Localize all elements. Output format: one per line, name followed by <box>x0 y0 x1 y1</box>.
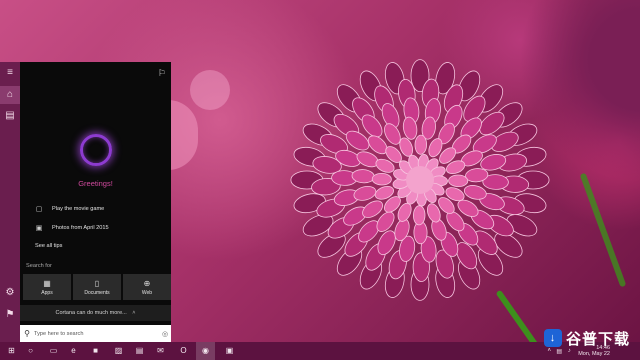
category-apps-button[interactable]: ▦ Apps <box>23 274 71 300</box>
flower-petal <box>412 205 426 226</box>
category-label: Web <box>141 289 153 296</box>
category-label: Apps <box>41 289 53 296</box>
search-icon: ⚲ <box>24 329 30 338</box>
task-view-icon[interactable]: ▭ <box>44 342 63 360</box>
flower-petal <box>448 174 469 188</box>
home-icon[interactable]: ⌂ <box>0 86 20 104</box>
clock-date: Mon, May 22 <box>578 351 610 357</box>
suggestion-item[interactable]: ▢ Play the movie game <box>34 202 105 216</box>
wallpaper-bokeh <box>190 70 230 110</box>
cortana-more-button[interactable]: Cortana can do much more... ˄ <box>20 305 171 321</box>
category-label: Documents <box>84 289 110 296</box>
photo-icon: ▣ <box>35 225 43 232</box>
feedback-icon[interactable]: ⚑ <box>0 306 20 324</box>
search-input[interactable]: Type here to search <box>34 331 159 337</box>
opera-browser-icon[interactable]: O <box>174 342 193 360</box>
word-doc-icon[interactable]: ▤ <box>130 342 149 360</box>
cortana-circle-icon[interactable]: ○ <box>21 342 40 360</box>
category-documents-button[interactable]: ▯ Documents <box>73 274 121 300</box>
suggestion-label: Play the movie game <box>52 206 105 212</box>
search-for-label: Search for <box>26 263 52 269</box>
chrome-browser-icon[interactable]: ◉ <box>196 342 215 360</box>
cortana-greeting: Greetings! <box>78 179 113 188</box>
settings-gear-icon[interactable]: ⚙ <box>0 284 20 302</box>
cortana-panel: ⚐ Greetings! ▢ Play the movie game ▣ Pho… <box>20 62 171 342</box>
category-web-button[interactable]: ⊕ Web <box>123 274 171 300</box>
globe-icon: ⊕ <box>143 278 151 288</box>
chevron-up-icon: ˄ <box>132 310 136 316</box>
search-category-row: ▦ Apps ▯ Documents ⊕ Web <box>23 274 171 300</box>
windows-start-icon[interactable]: ⊞ <box>2 342 21 360</box>
wallpaper-flower <box>290 59 550 301</box>
document-icon: ▯ <box>94 278 100 288</box>
store-icon[interactable]: ▨ <box>109 342 128 360</box>
site-watermark: ↓ 谷普下载 <box>543 326 630 350</box>
suggestion-label: Photos from April 2015 <box>52 225 109 231</box>
taskbar-search-box[interactable]: ⚲ Type here to search ◎ <box>20 325 171 342</box>
apps-icon: ▦ <box>43 278 51 288</box>
film-icon: ▢ <box>35 206 43 213</box>
download-logo-icon: ↓ <box>543 329 562 347</box>
cortana-left-rail: ≡ ⌂ ▤ ⚙ ⚑ <box>0 62 20 342</box>
suggestion-item[interactable]: ▣ Photos from April 2015 <box>34 221 109 235</box>
see-all-tips-link[interactable]: See all tips <box>35 243 62 249</box>
edge-browser-icon[interactable]: e <box>64 342 83 360</box>
more-label: Cortana can do much more... <box>55 310 127 316</box>
app-window-icon[interactable]: ▣ <box>220 342 239 360</box>
flower-core <box>406 166 434 194</box>
flower-petal <box>414 134 428 155</box>
cortana-ring-icon <box>80 134 112 166</box>
hamburger-menu-icon[interactable]: ≡ <box>0 64 20 82</box>
mail-icon[interactable]: ✉ <box>151 342 170 360</box>
microphone-icon[interactable]: ◎ <box>159 330 171 338</box>
file-explorer-icon[interactable]: ■ <box>86 342 105 360</box>
notebook-icon[interactable]: ▤ <box>0 107 20 125</box>
flower-petal <box>371 172 392 186</box>
watermark-text: 谷普下载 <box>565 330 630 348</box>
feedback-person-icon[interactable]: ⚐ <box>158 68 166 79</box>
